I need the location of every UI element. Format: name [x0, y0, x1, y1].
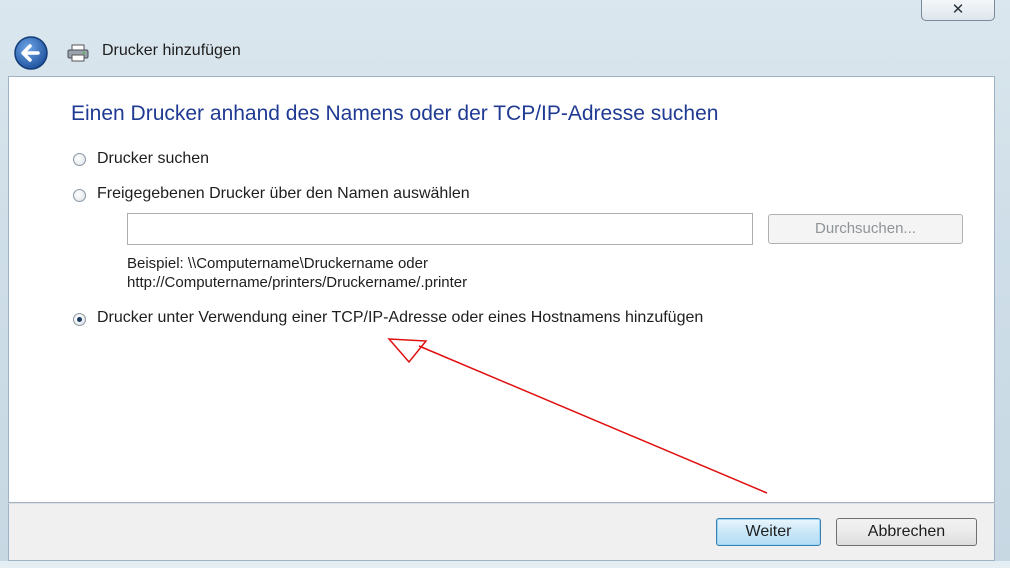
cancel-button[interactable]: Abbrechen [836, 518, 977, 546]
annotation-arrow [387, 338, 768, 494]
bottom-strip [0, 561, 1010, 568]
next-button[interactable]: Weiter [716, 518, 821, 546]
